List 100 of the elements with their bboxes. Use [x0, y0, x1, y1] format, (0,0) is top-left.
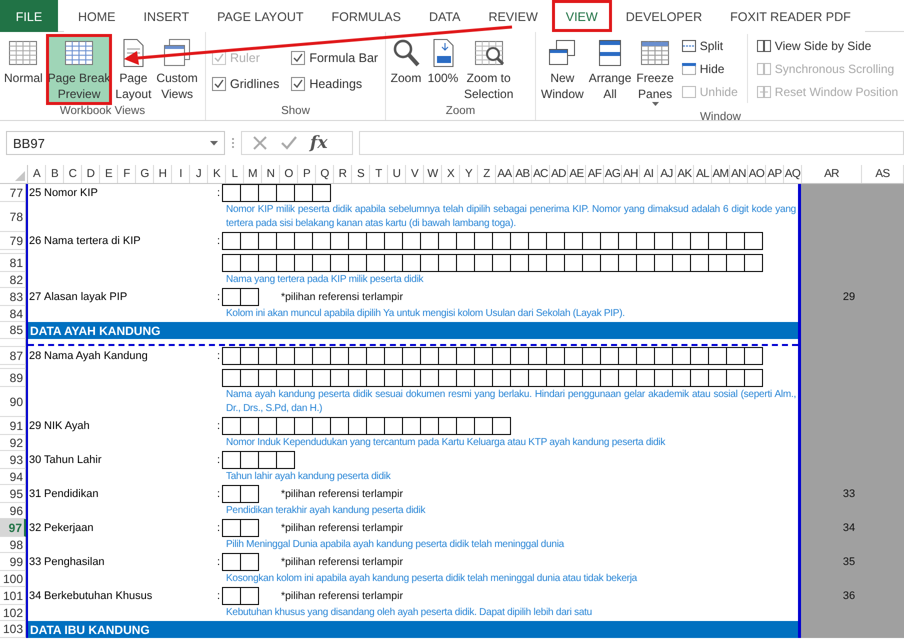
column-header[interactable]: F [118, 165, 136, 183]
row-header[interactable]: 101 [0, 587, 26, 605]
close-icon [252, 135, 268, 151]
row-header[interactable]: 103 [0, 621, 26, 638]
column-header[interactable]: AM [712, 165, 730, 183]
column-header[interactable]: B [46, 165, 64, 183]
row-header[interactable]: 79 [0, 232, 26, 250]
item-number: 29 [28, 420, 42, 432]
ribbon-button[interactable]: 100% [425, 34, 461, 100]
column-header[interactable]: Q [316, 165, 334, 183]
ribbon-button[interactable]: Zoom to Selection [462, 34, 516, 105]
insert-function-button[interactable]: fx [310, 133, 328, 153]
note-text: Pilih Meninggal Dunia apabila ayah kandung peserta didik telah meninggal dunia [226, 538, 566, 552]
column-header[interactable]: P [298, 165, 316, 183]
check-icon [292, 52, 304, 64]
ribbon-button[interactable]: Arrange All [586, 34, 634, 105]
column-header[interactable]: O [280, 165, 298, 183]
column-header[interactable]: AP [766, 165, 784, 183]
row-header[interactable]: 84 [0, 306, 26, 322]
column-header[interactable]: S [352, 165, 370, 183]
row-header[interactable]: 85 [0, 322, 26, 339]
field-label: Tahun Lahir [44, 454, 102, 466]
checkbox[interactable] [291, 51, 306, 65]
column-header[interactable]: U [388, 165, 406, 183]
column-header[interactable]: AB [514, 165, 532, 183]
column-header[interactable]: J [190, 165, 208, 183]
column-header[interactable]: AK [676, 165, 694, 183]
column-header[interactable]: AO [748, 165, 766, 183]
ribbon-button[interactable]: Normal [2, 34, 45, 100]
checkbox[interactable] [212, 77, 226, 91]
side-by-side-icon [756, 84, 772, 100]
column-header[interactable]: D [82, 165, 100, 183]
column-header[interactable]: AC [532, 165, 550, 183]
row-header[interactable]: 82 [0, 272, 26, 288]
column-header[interactable]: Z [478, 165, 496, 183]
column-header[interactable]: AI [640, 165, 658, 183]
column-header[interactable]: W [424, 165, 442, 183]
row-header[interactable]: 77 [0, 184, 26, 202]
column-header[interactable]: T [370, 165, 388, 183]
formula-input[interactable] [359, 131, 904, 155]
column-header[interactable]: AJ [658, 165, 676, 183]
column-header[interactable]: AQ [784, 165, 802, 183]
row-header[interactable]: 91 [0, 417, 26, 435]
column-header[interactable]: G [136, 165, 154, 183]
column-header[interactable]: AA [496, 165, 514, 183]
checkbox[interactable] [291, 77, 306, 91]
column-header[interactable]: AS [862, 165, 904, 183]
row-header[interactable]: 96 [0, 503, 26, 519]
column-header[interactable]: H [154, 165, 172, 183]
name-box[interactable]: BB97 [6, 131, 225, 155]
ribbon-tab[interactable]: VIEW [552, 0, 612, 32]
row-header[interactable]: 92 [0, 435, 26, 451]
ribbon-button[interactable]: Split [680, 35, 738, 57]
column-header[interactable]: AD [550, 165, 568, 183]
column-header[interactable]: AF [586, 165, 604, 183]
column-header[interactable]: AN [730, 165, 748, 183]
column-header[interactable]: C [64, 165, 82, 183]
column-header[interactable]: Y [460, 165, 478, 183]
row-header[interactable]: 100 [0, 571, 26, 587]
column-header[interactable]: L [226, 165, 244, 183]
column-header[interactable]: M [244, 165, 262, 183]
row-header[interactable]: 95 [0, 485, 26, 503]
column-header[interactable]: AR [802, 165, 862, 183]
file-tab[interactable]: FILE [0, 0, 58, 32]
column-header[interactable]: AL [694, 165, 712, 183]
row-header[interactable]: 93 [0, 451, 26, 469]
row-header[interactable]: 78 [0, 202, 26, 232]
window-icon [680, 61, 697, 77]
row-header[interactable]: 87 [0, 347, 26, 365]
row-header[interactable]: 81 [0, 254, 26, 272]
row-header[interactable]: 97 [0, 519, 26, 537]
column-header[interactable]: AH [622, 165, 640, 183]
column-header[interactable]: AG [604, 165, 622, 183]
ribbon-button[interactable]: View Side by Side [756, 35, 898, 57]
row-header[interactable]: 89 [0, 369, 26, 387]
window-icon [680, 84, 697, 100]
cell-value: 33 [842, 488, 856, 500]
row-header[interactable]: 99 [0, 553, 26, 571]
column-header[interactable]: E [100, 165, 118, 183]
column-header[interactable]: A [28, 165, 46, 183]
colon: : [217, 350, 222, 362]
column-header[interactable]: N [262, 165, 280, 183]
row-header[interactable]: 83 [0, 288, 26, 306]
ribbon-button[interactable]: New Window [539, 34, 586, 105]
row-header[interactable]: 94 [0, 469, 26, 485]
ribbon-button[interactable]: Custom Views [154, 34, 200, 105]
row-header[interactable]: 98 [0, 537, 26, 553]
row-header[interactable]: 102 [0, 605, 26, 621]
column-header[interactable]: X [442, 165, 460, 183]
colon: : [217, 488, 222, 500]
ribbon-button[interactable]: Zoom [388, 34, 424, 100]
colon: : [217, 590, 222, 602]
column-header[interactable]: AE [568, 165, 586, 183]
ribbon-button[interactable]: Hide [680, 58, 738, 80]
row-header[interactable]: 90 [0, 387, 26, 417]
column-header[interactable]: K [208, 165, 226, 183]
column-header[interactable]: V [406, 165, 424, 183]
column-header[interactable]: R [334, 165, 352, 183]
ribbon-button[interactable]: Freeze Panes [634, 34, 676, 111]
column-header[interactable]: I [172, 165, 190, 183]
